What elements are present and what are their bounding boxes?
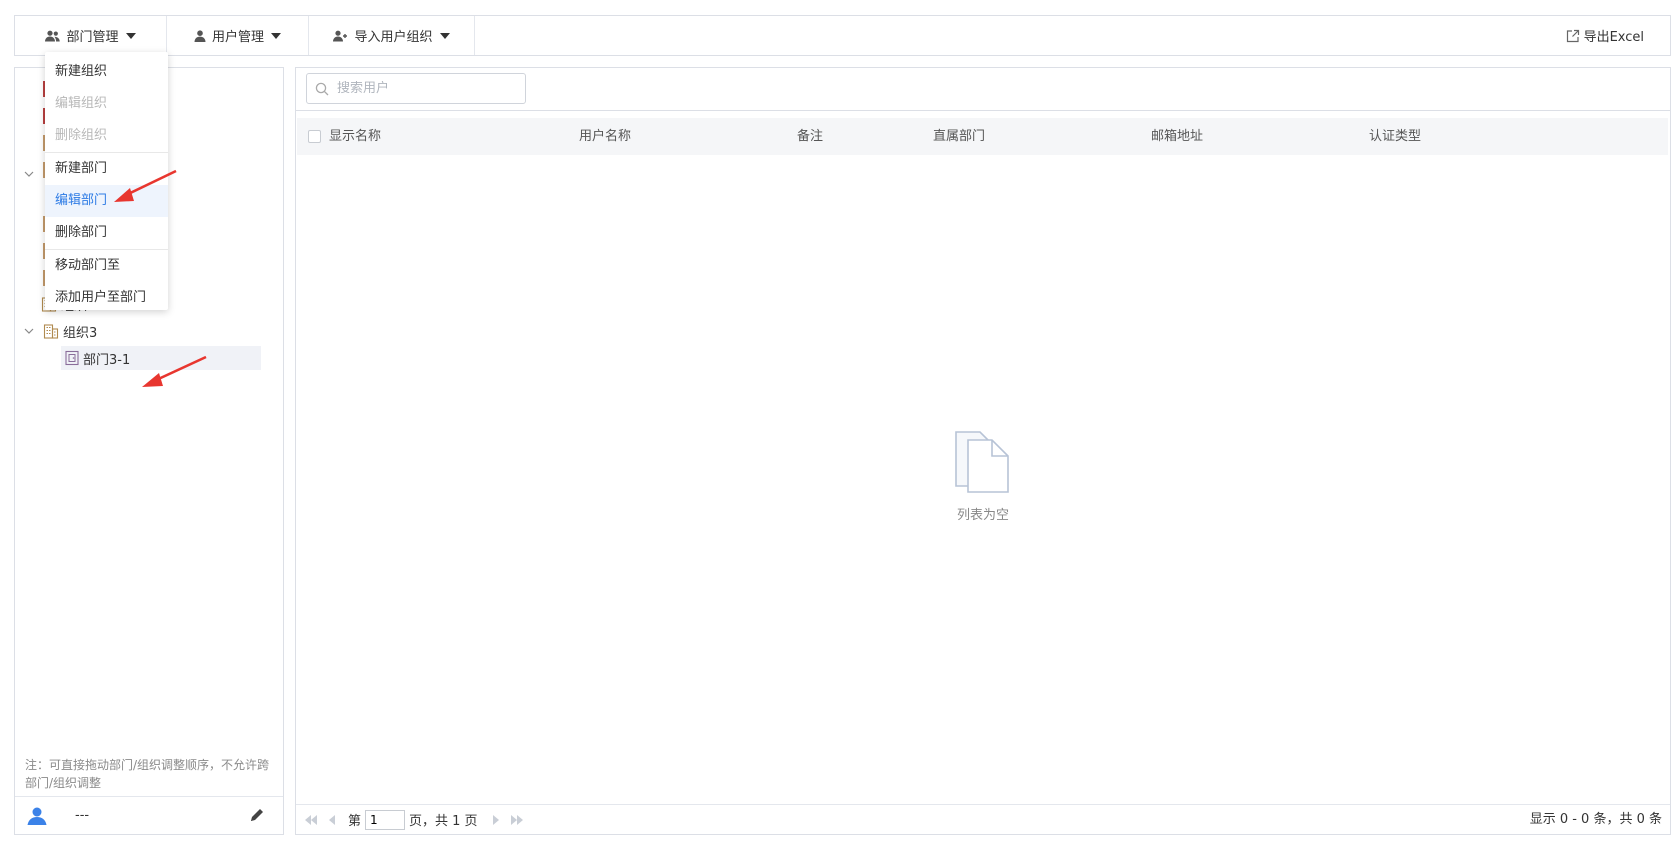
page-number-input[interactable]	[365, 809, 406, 830]
dept-mgmt-button[interactable]: 部门管理	[15, 16, 167, 55]
table-header: 显示名称 用户名称 备注 直属部门 邮箱地址 认证类型	[297, 118, 1668, 155]
current-user-name: ---	[75, 808, 90, 823]
search-icon	[315, 82, 329, 95]
first-page-icon[interactable]	[304, 814, 318, 826]
building-icon	[43, 324, 59, 339]
col-display-name[interactable]: 显示名称	[329, 118, 381, 155]
user-import-icon	[333, 30, 348, 41]
caret-down-icon	[271, 32, 281, 39]
menu-delete-org[interactable]: 删除组织	[45, 120, 168, 152]
pagination: 第 页，共 1 页 显示 0 - 0 条，共 0 条	[296, 804, 1670, 834]
col-username[interactable]: 用户名称	[579, 118, 631, 155]
pager-summary: 显示 0 - 0 条，共 0 条	[1529, 812, 1662, 827]
search-input[interactable]	[337, 81, 517, 96]
caret-down-icon	[125, 32, 136, 39]
import-org-label: 导入用户组织	[354, 30, 433, 45]
chevron-down-icon[interactable]	[23, 168, 35, 180]
drag-hint-note: 注：可直接拖动部门/组织调整顺序，不允许跨部门/组织调整	[25, 758, 270, 790]
department-icon	[65, 350, 79, 366]
caret-down-icon	[439, 32, 450, 39]
panel-divider	[296, 110, 1670, 111]
menu-move-dept[interactable]: 移动部门至	[45, 250, 168, 282]
avatar-icon	[27, 807, 47, 825]
chevron-down-icon[interactable]	[23, 325, 35, 337]
col-remark[interactable]: 备注	[797, 118, 823, 155]
toolbar: 部门管理 用户管理 导入用户组织 导出Excel	[14, 15, 1671, 56]
search-box[interactable]	[306, 73, 526, 104]
tree-label: 组织3	[63, 325, 98, 341]
col-department[interactable]: 直属部门	[933, 118, 985, 155]
edit-pencil-icon[interactable]	[249, 807, 265, 823]
tree-label: 部门3-1	[83, 352, 131, 368]
empty-document-icon	[955, 431, 1009, 493]
user-mgmt-label: 用户管理	[211, 30, 264, 45]
page-suffix: 页，共 1 页	[409, 814, 478, 829]
menu-delete-dept[interactable]: 删除部门	[45, 217, 168, 249]
export-icon	[1566, 29, 1579, 42]
tree-item-dept3-1[interactable]: 部门3-1	[61, 346, 261, 370]
user-icon	[194, 29, 206, 42]
page-prefix: 第	[348, 814, 362, 829]
user-mgmt-button[interactable]: 用户管理	[167, 16, 309, 55]
last-page-icon[interactable]	[510, 814, 524, 826]
current-user-bar: ---	[15, 796, 283, 834]
menu-add-user-to-dept[interactable]: 添加用户至部门	[45, 282, 168, 314]
menu-new-dept[interactable]: 新建部门	[45, 153, 168, 185]
empty-state: 列表为空	[296, 430, 1670, 523]
empty-text: 列表为空	[956, 508, 1009, 523]
menu-edit-dept[interactable]: 编辑部门	[45, 185, 168, 217]
dept-mgmt-label: 部门管理	[66, 30, 119, 45]
prev-page-icon[interactable]	[328, 814, 336, 826]
tree-item-org3[interactable]: 组织3	[23, 319, 97, 343]
users-icon	[45, 30, 61, 41]
import-org-button[interactable]: 导入用户组织	[309, 16, 475, 55]
user-list-panel: 显示名称 用户名称 备注 直属部门 邮箱地址 认证类型 列表为空 第 页，共 1…	[295, 67, 1671, 835]
dept-mgmt-dropdown: 新建组织 编辑组织 删除组织 新建部门 编辑部门 删除部门 移动部门至 添加用户…	[45, 52, 168, 310]
col-email[interactable]: 邮箱地址	[1151, 118, 1203, 155]
export-excel-label: 导出Excel	[1583, 30, 1644, 45]
export-excel-button[interactable]: 导出Excel	[1566, 16, 1644, 55]
next-page-icon[interactable]	[492, 814, 500, 826]
col-auth-type[interactable]: 认证类型	[1369, 118, 1421, 155]
menu-edit-org[interactable]: 编辑组织	[45, 88, 168, 120]
select-all-checkbox[interactable]	[308, 130, 321, 143]
menu-new-org[interactable]: 新建组织	[45, 56, 168, 88]
